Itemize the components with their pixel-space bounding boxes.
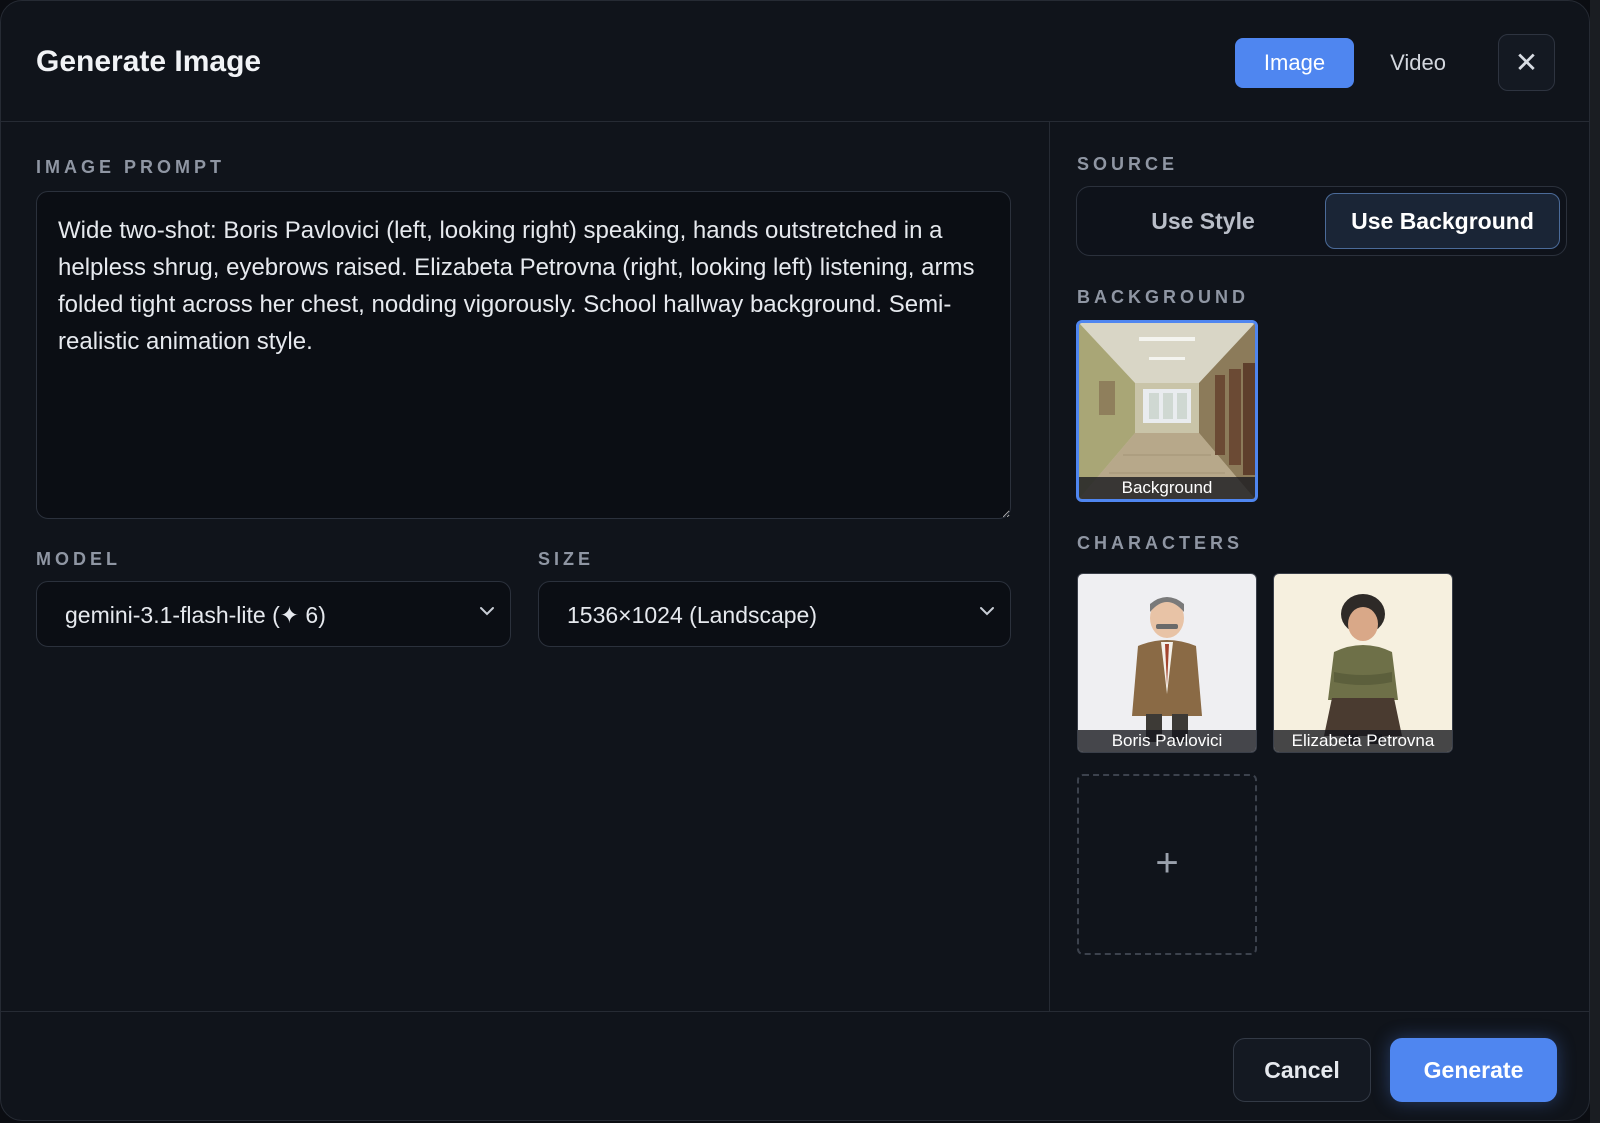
character-card-boris[interactable]: Boris Pavlovici — [1077, 573, 1257, 753]
hallway-image — [1079, 323, 1255, 499]
model-label: MODEL — [36, 549, 121, 569]
size-select[interactable]: 1536×1024 (Landscape) — [538, 581, 1011, 647]
dialog-title: Generate Image — [36, 45, 262, 78]
cancel-button[interactable]: Cancel — [1233, 1038, 1371, 1102]
add-character-button[interactable]: + — [1077, 774, 1257, 955]
column-divider — [1049, 121, 1050, 1011]
size-select-value: 1536×1024 (Landscape) — [567, 602, 818, 628]
generate-image-dialog: Generate Image Image Video ✕ IMAGE PROMP… — [0, 0, 1590, 1121]
use-background-option[interactable]: Use Background — [1325, 193, 1560, 249]
source-toggle: Use Style Use Background — [1076, 186, 1567, 256]
close-button[interactable]: ✕ — [1498, 34, 1555, 91]
size-label: SIZE — [538, 549, 595, 569]
footer-divider — [1, 1011, 1589, 1012]
model-select[interactable]: gemini-3.1-flash-lite (✦ 6) — [36, 581, 511, 647]
image-prompt-label: IMAGE PROMPT — [36, 157, 226, 177]
model-select-value: gemini-3.1-flash-lite (✦ 6) — [65, 602, 326, 628]
close-icon: ✕ — [1514, 47, 1539, 78]
mode-tab-image[interactable]: Image — [1235, 38, 1354, 88]
chevron-down-icon — [480, 607, 494, 616]
mode-tab-video[interactable]: Video — [1363, 38, 1473, 88]
generate-button[interactable]: Generate — [1390, 1038, 1557, 1102]
dialog-header: Generate Image Image Video ✕ — [1, 1, 1589, 122]
background-label: BACKGROUND — [1077, 287, 1249, 307]
background-caption: Background — [1079, 477, 1255, 499]
boris-portrait — [1132, 597, 1202, 742]
character-card-elizabeta[interactable]: Elizabeta Petrovna — [1273, 573, 1453, 753]
plus-icon: + — [1155, 841, 1179, 885]
background-thumbnail[interactable]: Background — [1076, 320, 1258, 502]
elizabeta-portrait — [1324, 594, 1402, 744]
use-style-option[interactable]: Use Style — [1083, 193, 1323, 249]
character-name: Boris Pavlovici — [1078, 730, 1256, 752]
character-name: Elizabeta Petrovna — [1274, 730, 1452, 752]
backdrop-edge — [1590, 0, 1600, 1123]
chevron-down-icon — [980, 607, 994, 616]
source-label: SOURCE — [1077, 154, 1179, 174]
image-prompt-textarea[interactable]: Wide two-shot: Boris Pavlovici (left, lo… — [36, 191, 1011, 519]
characters-label: CHARACTERS — [1077, 533, 1243, 553]
